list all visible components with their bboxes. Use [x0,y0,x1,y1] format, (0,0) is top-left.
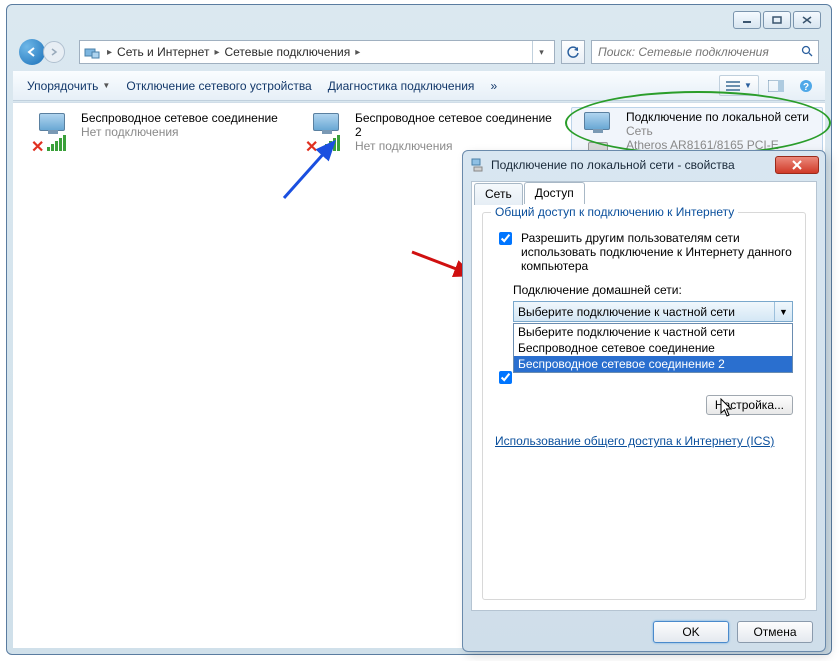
back-button[interactable] [19,39,45,65]
chevron-right-icon: ▸ [352,47,363,58]
connection-name: Беспроводное сетевое соединение [81,111,278,125]
combo-dropdown-list: Выберите подключение к частной сети Бесп… [513,323,793,373]
ics-help-link[interactable]: Использование общего доступа к Интернету… [495,434,774,448]
svg-text:?: ? [803,82,809,93]
help-button[interactable]: ? [793,75,819,97]
tab-network[interactable]: Сеть [474,183,523,205]
tab-access[interactable]: Доступ [524,182,585,204]
search-icon [801,45,814,60]
breadcrumb-seg1[interactable]: Сеть и Интернет [115,45,211,59]
wifi-disconnected-icon: ✕ [29,111,75,153]
annotation-highlight-oval [565,91,831,155]
window-controls [733,11,821,29]
netfolder-icon [84,45,100,59]
properties-dialog: Подключение по локальной сети - свойства… [462,150,826,652]
dialog-title: Подключение по локальной сети - свойства [491,158,735,172]
connection-item-wifi1[interactable]: ✕ Беспроводное сетевое соединение Нет по… [27,109,287,155]
ok-button[interactable]: OK [653,621,729,643]
dialog-body: Сеть Доступ Общий доступ к подключению к… [471,181,817,611]
settings-button[interactable]: Настройка... [706,395,793,415]
address-dropdown[interactable]: ▾ [532,41,550,63]
allow-sharing-label: Разрешить другим пользователям сети испо… [521,231,793,273]
preview-pane-button[interactable] [763,75,789,97]
address-bar[interactable]: ▸ Сеть и Интернет ▸ Сетевые подключения … [79,40,555,64]
refresh-button[interactable] [561,40,585,64]
combo-option[interactable]: Беспроводное сетевое соединение [514,340,792,356]
combo-option[interactable]: Выберите подключение к частной сети [514,324,792,340]
cancel-button[interactable]: Отмена [737,621,813,643]
home-network-combo[interactable]: Выберите подключение к частной сети ▼ Вы… [513,301,793,322]
network-icon [469,157,485,173]
organize-menu[interactable]: Упорядочить▼ [19,76,118,96]
wifi-disconnected-icon: ✕ [303,111,349,153]
search-box[interactable] [591,40,819,64]
chevron-down-icon: ▼ [774,302,792,321]
forward-button[interactable] [43,41,65,63]
address-bar-row: ▸ Сеть и Интернет ▸ Сетевые подключения … [19,37,819,67]
connection-item-wifi2[interactable]: ✕ Беспроводное сетевое соединение 2 Нет … [301,109,561,155]
toolbar-overflow[interactable]: » [482,76,505,96]
diagnose-button[interactable]: Диагностика подключения [320,76,483,96]
close-button[interactable] [793,11,821,29]
groupbox-legend: Общий доступ к подключению к Интернету [491,205,738,219]
minimize-button[interactable] [733,11,761,29]
allow-manage-checkbox[interactable] [499,371,512,384]
dialog-close-button[interactable] [775,156,819,174]
search-input[interactable] [596,44,801,60]
nav-buttons [19,37,73,67]
combo-selected: Выберите подключение к частной сети [518,305,735,319]
connection-name: Беспроводное сетевое соединение 2 [355,111,559,139]
maximize-button[interactable] [763,11,791,29]
dialog-titlebar[interactable]: Подключение по локальной сети - свойства [463,151,825,179]
home-network-label: Подключение домашней сети: [513,283,793,297]
dialog-buttons: OK Отмена [653,621,813,643]
breadcrumb-seg2[interactable]: Сетевые подключения [222,45,352,59]
ics-groupbox: Общий доступ к подключению к Интернету Р… [482,212,806,600]
chevron-right-icon: ▸ [211,47,222,58]
allow-sharing-checkbox[interactable] [499,232,512,245]
disable-device-button[interactable]: Отключение сетевого устройства [118,76,319,96]
combo-option-selected[interactable]: Беспроводное сетевое соединение 2 [514,356,792,372]
chevron-right-icon: ▸ [104,47,115,58]
dialog-tabs: Сеть Доступ [474,182,586,204]
connection-status: Нет подключения [81,125,278,139]
